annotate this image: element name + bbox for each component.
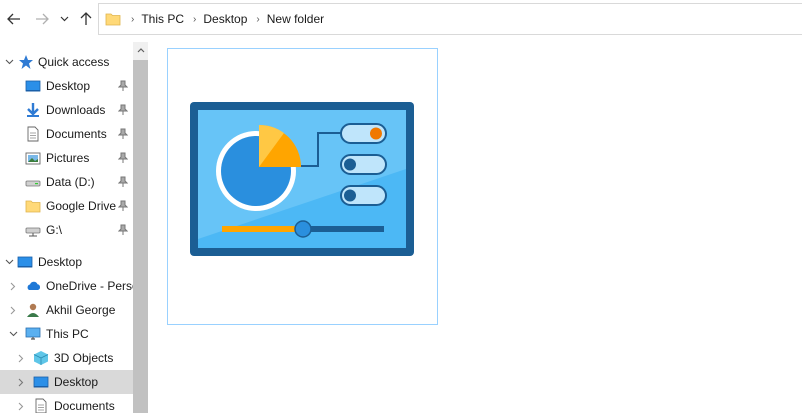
pin-icon <box>118 152 128 163</box>
tree-label: OneDrive - Perso <box>46 279 133 293</box>
pin-icon <box>118 224 128 235</box>
pin-icon <box>118 200 128 211</box>
back-button[interactable] <box>4 8 24 30</box>
chevron-right-icon: › <box>131 13 135 25</box>
sidebar-item-desktop[interactable]: Desktop <box>0 74 133 98</box>
chevron-right-icon: › <box>256 13 260 25</box>
chevron-right-icon[interactable] <box>16 401 26 411</box>
sidebar-item-label: Desktop <box>46 79 91 93</box>
navigation-scrollbar[interactable] <box>133 42 148 413</box>
chevron-right-icon[interactable] <box>8 281 18 291</box>
sidebar-item-label: G:\ <box>46 223 63 237</box>
chevron-down-icon <box>60 16 68 22</box>
address-toolbar: › This PC › Desktop › New folder <box>0 0 802 38</box>
chevron-down-icon[interactable] <box>8 329 18 339</box>
tree-label: 3D Objects <box>54 351 114 365</box>
tree-label: Akhil George <box>46 303 116 317</box>
tree-label: Quick access <box>38 55 110 69</box>
pin-icon <box>118 176 128 187</box>
computer-icon <box>25 327 41 340</box>
sidebar-item-g-drive[interactable]: G:\ <box>0 218 133 242</box>
chevron-right-icon[interactable] <box>8 305 18 315</box>
sidebar-item-documents[interactable]: Documents <box>0 122 133 146</box>
chevron-right-icon: › <box>193 13 197 25</box>
sidebar-item-label: Google Drive <box>46 199 117 213</box>
tree-label: Documents <box>54 399 115 413</box>
tree-item-user[interactable]: Akhil George <box>0 298 133 322</box>
pin-icon <box>118 80 128 91</box>
cloud-icon <box>27 281 41 290</box>
network-drive-icon <box>25 227 41 237</box>
up-button[interactable] <box>76 8 96 30</box>
download-icon <box>27 103 39 117</box>
document-icon <box>35 398 47 413</box>
desktop-icon <box>33 376 49 388</box>
tree-label: Desktop <box>38 255 83 269</box>
recent-locations-button[interactable] <box>56 8 72 30</box>
sidebar-item-pictures[interactable]: Pictures <box>0 146 133 170</box>
pictures-icon <box>25 152 41 165</box>
cube-icon <box>33 351 49 365</box>
desktop-icon <box>25 80 41 92</box>
sidebar-item-label: Downloads <box>46 103 106 117</box>
pin-icon <box>118 104 128 115</box>
navigation-pane: Quick access Desktop Downloads Documents… <box>0 42 133 413</box>
tree-label: Desktop <box>54 375 99 389</box>
drive-icon <box>25 180 41 187</box>
sidebar-item-google-drive[interactable]: Google Drive <box>0 194 133 218</box>
chevron-right-icon[interactable] <box>16 377 26 387</box>
folder-icon <box>25 200 41 213</box>
tree-item-quick-access[interactable]: Quick access <box>0 50 133 74</box>
tree-item-desktop-selected[interactable]: Desktop <box>0 370 133 394</box>
address-bar[interactable]: › This PC › Desktop › New folder <box>98 3 802 35</box>
scroll-up-arrow-icon[interactable] <box>133 42 148 59</box>
chevron-down-icon[interactable] <box>4 57 14 67</box>
document-icon <box>27 126 39 142</box>
star-icon <box>19 55 33 69</box>
sidebar-item-label: Documents <box>46 127 107 141</box>
tree-item-documents[interactable]: Documents <box>0 394 133 413</box>
up-arrow-icon <box>80 12 92 25</box>
back-arrow-icon <box>7 13 20 25</box>
file-item-selected[interactable] <box>167 48 438 325</box>
forward-button[interactable] <box>32 8 52 30</box>
breadcrumb-this-pc[interactable]: This PC <box>141 12 184 26</box>
pin-icon <box>118 128 128 139</box>
desktop-icon <box>17 256 33 268</box>
chevron-down-icon[interactable] <box>4 257 14 267</box>
folder-icon <box>105 13 121 26</box>
forward-arrow-icon <box>36 13 49 25</box>
sidebar-item-downloads[interactable]: Downloads <box>0 98 133 122</box>
user-icon <box>27 303 39 317</box>
chevron-right-icon[interactable] <box>16 353 26 363</box>
scrollbar-thumb[interactable] <box>133 60 148 413</box>
tree-item-desktop-root[interactable]: Desktop <box>0 250 133 274</box>
control-panel-icon <box>190 102 414 256</box>
breadcrumb-desktop[interactable]: Desktop <box>203 12 247 26</box>
breadcrumb-new-folder[interactable]: New folder <box>267 12 324 26</box>
sidebar-item-label: Pictures <box>46 151 90 165</box>
tree-item-3d-objects[interactable]: 3D Objects <box>0 346 133 370</box>
file-list <box>148 38 802 413</box>
sidebar-item-data-drive[interactable]: Data (D:) <box>0 170 133 194</box>
tree-label: This PC <box>46 327 89 341</box>
tree-item-onedrive[interactable]: OneDrive - Perso <box>0 274 133 298</box>
sidebar-item-label: Data (D:) <box>46 175 95 189</box>
tree-item-this-pc[interactable]: This PC <box>0 322 133 346</box>
